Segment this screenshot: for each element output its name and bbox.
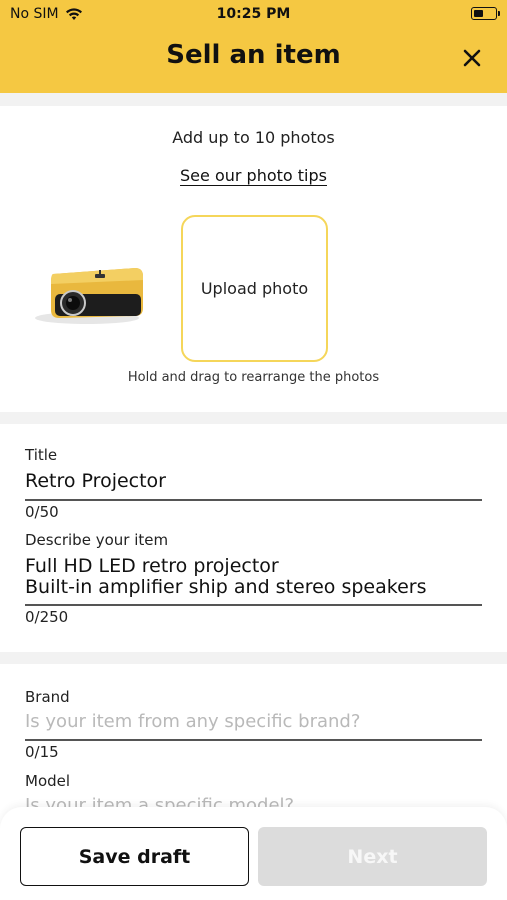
app-header: Sell an item	[0, 28, 507, 93]
upload-photo-button[interactable]: Upload photo	[181, 215, 328, 362]
brand-underline	[25, 739, 482, 741]
battery-icon	[471, 7, 500, 20]
details-section: Title Retro Projector 0/50 Describe your…	[0, 424, 507, 652]
projector-photo	[35, 268, 143, 324]
brand-counter: 0/15	[25, 743, 59, 761]
description-label: Describe your item	[25, 531, 169, 549]
upload-photo-label: Upload photo	[200, 279, 309, 298]
save-draft-button[interactable]: Save draft	[20, 827, 249, 886]
brand-input[interactable]: Is your item from any specific brand?	[25, 711, 360, 732]
model-label: Model	[25, 772, 71, 790]
brand-label: Brand	[25, 688, 70, 706]
title-label: Title	[25, 446, 58, 464]
description-counter: 0/250	[25, 608, 69, 626]
clock: 10:25 PM	[216, 6, 291, 22]
title-counter: 0/50	[25, 503, 59, 521]
title-underline	[25, 499, 482, 501]
description-underline	[25, 604, 482, 606]
bottom-action-bar: Save draft Next	[0, 807, 507, 900]
close-icon	[463, 49, 481, 67]
status-bar: No SIM 10:25 PM	[0, 0, 507, 28]
close-button[interactable]	[459, 45, 485, 71]
description-line-2: Built-in amplifier ship and stereo speak…	[25, 576, 427, 598]
title-input[interactable]: Retro Projector	[25, 471, 166, 492]
next-button[interactable]: Next	[258, 827, 487, 886]
page-title: Sell an item	[166, 40, 341, 70]
photo-thumbnail[interactable]	[25, 230, 151, 342]
description-line-1: Full HD LED retro projector	[25, 555, 279, 577]
add-photos-text: Add up to 10 photos	[172, 128, 335, 147]
photos-section: Add up to 10 photos See our photo tips U…	[0, 106, 507, 412]
photo-tips-link[interactable]: See our photo tips	[0, 166, 507, 185]
drag-hint: Hold and drag to rearrange the photos	[127, 370, 380, 385]
